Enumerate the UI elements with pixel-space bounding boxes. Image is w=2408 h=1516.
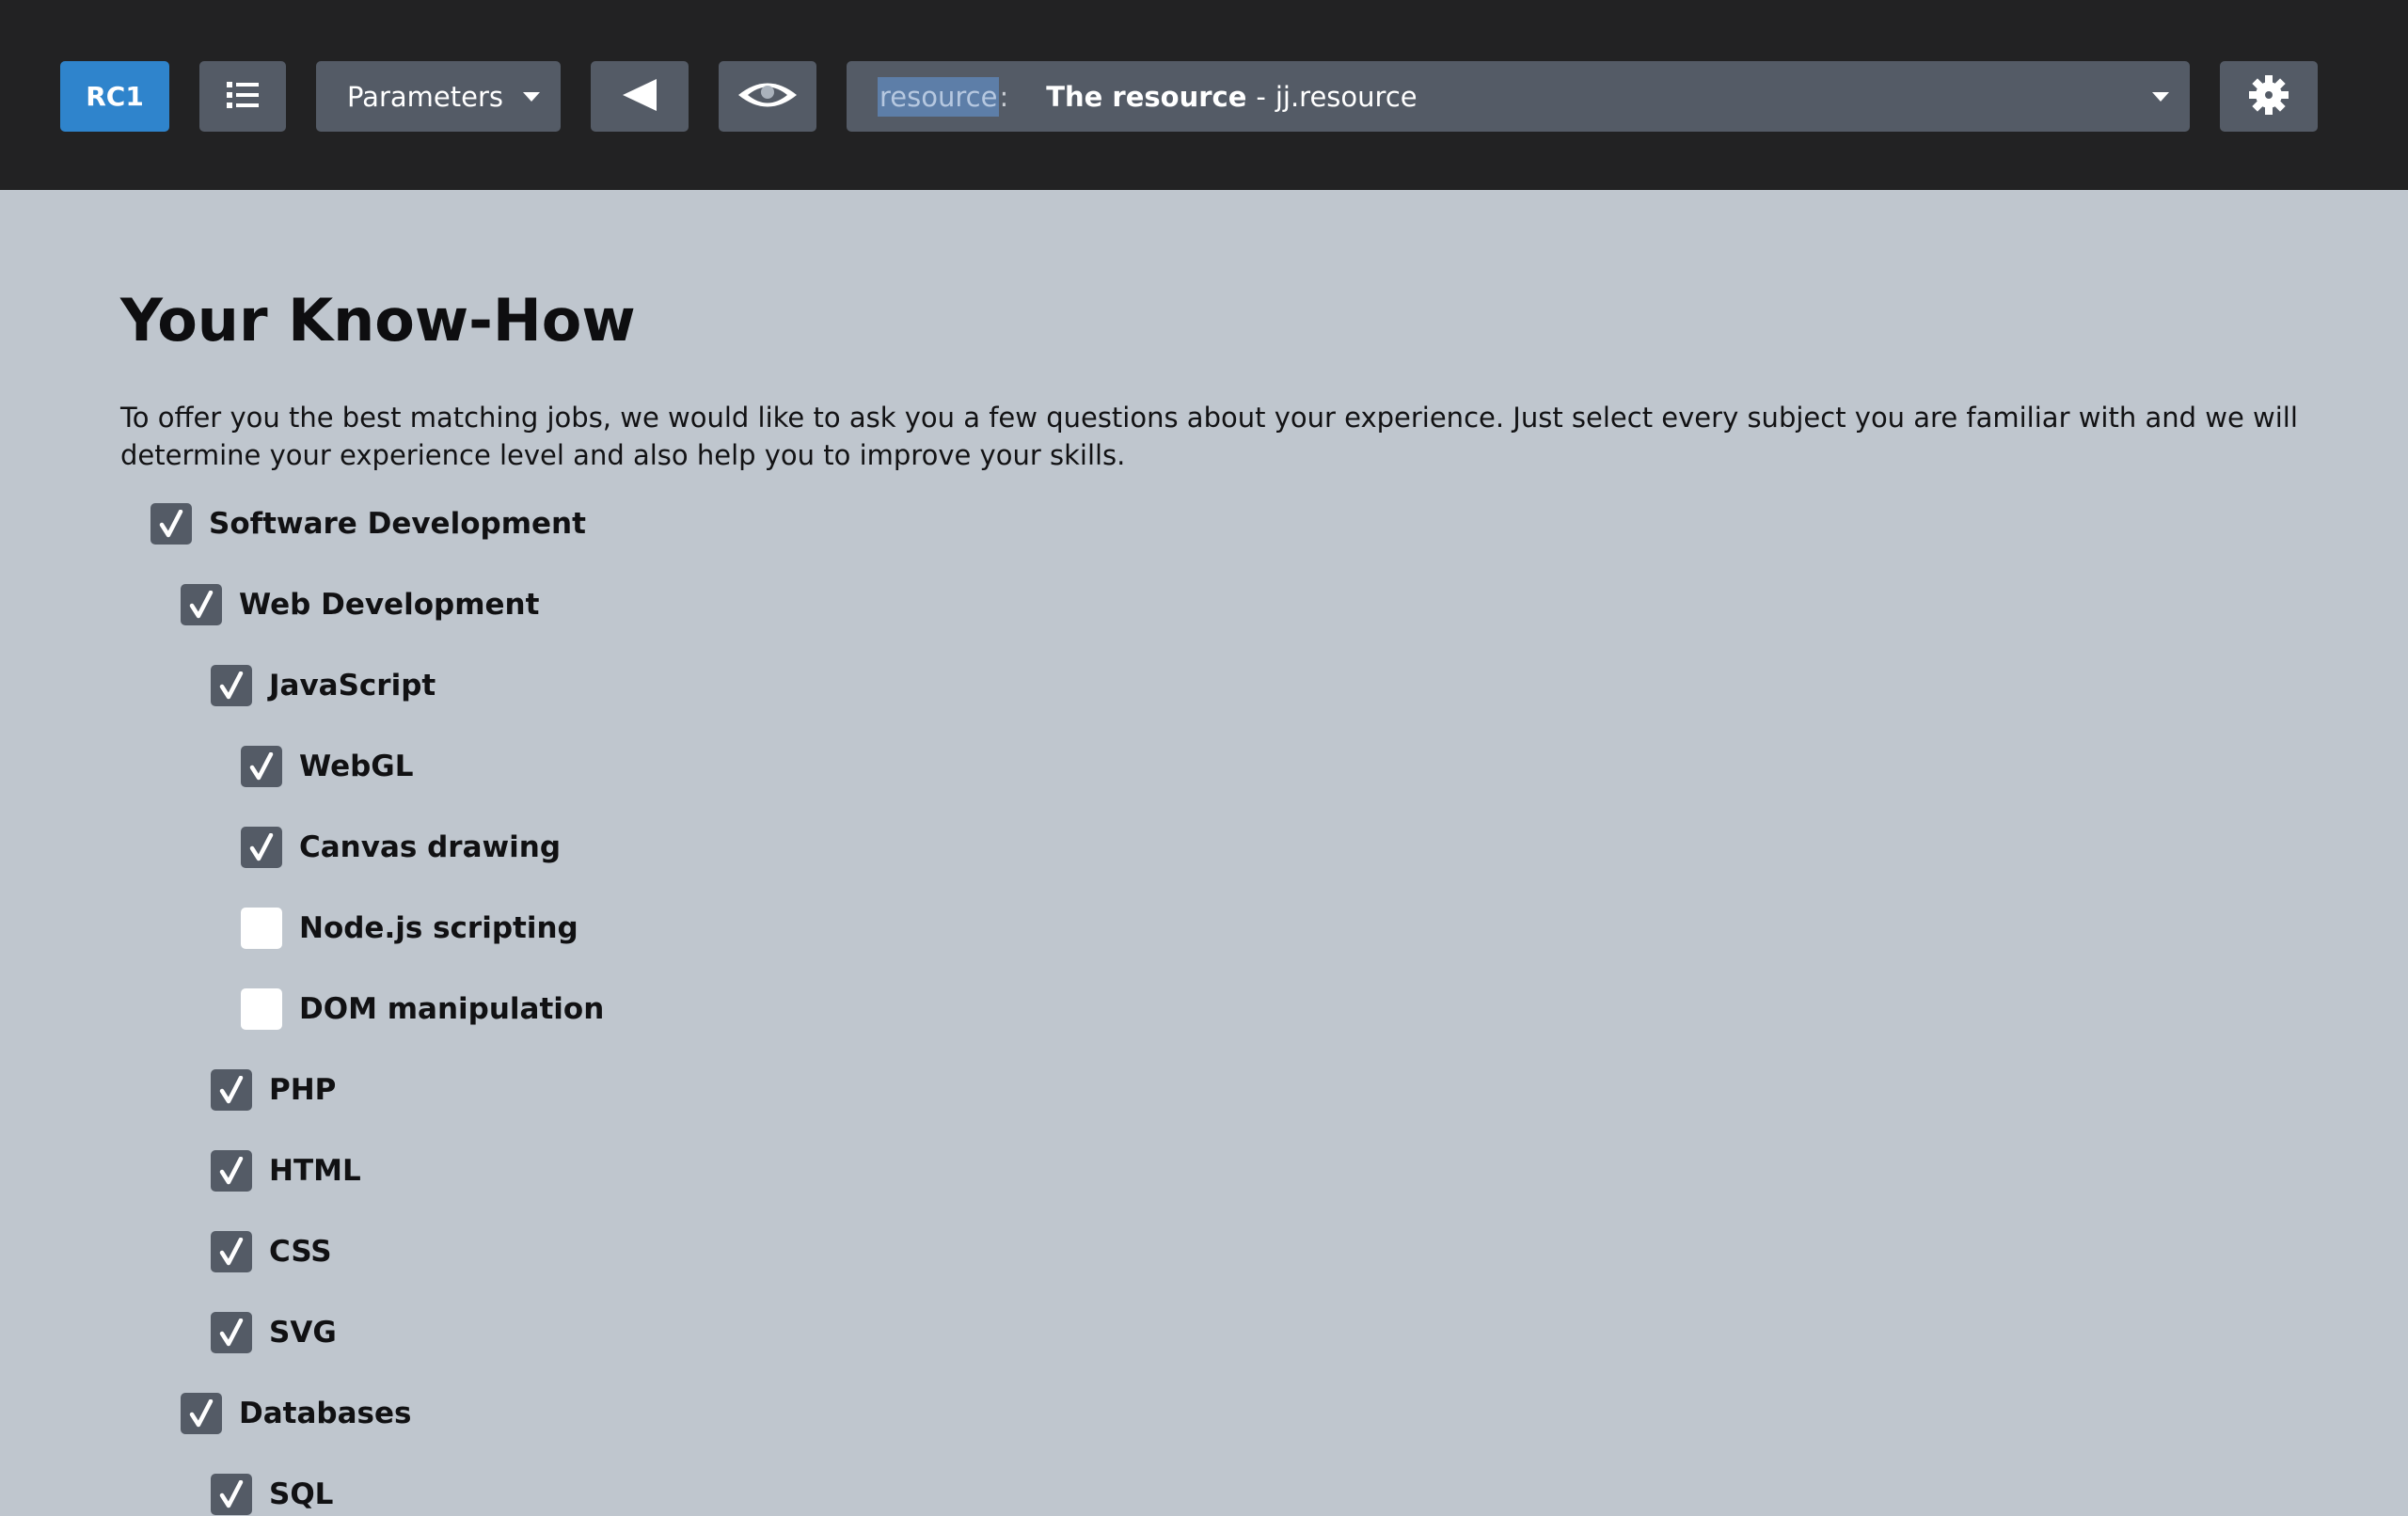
checkbox-checked[interactable] bbox=[181, 584, 222, 625]
checkbox-checked[interactable] bbox=[211, 1231, 252, 1272]
skill-item[interactable]: JavaScript bbox=[211, 664, 436, 707]
resource-title: The resource bbox=[1046, 80, 1247, 113]
skill-item[interactable]: Databases bbox=[181, 1392, 411, 1435]
page-title: Your Know-How bbox=[120, 286, 636, 355]
list-icon bbox=[227, 79, 259, 115]
skill-item[interactable]: SVG bbox=[211, 1311, 337, 1354]
checkbox-checked[interactable] bbox=[211, 1312, 252, 1353]
checkbox-checked[interactable] bbox=[181, 1393, 222, 1434]
parameters-dropdown[interactable]: Parameters bbox=[316, 61, 561, 132]
resource-colon: : bbox=[999, 80, 1009, 113]
skill-item[interactable]: CSS bbox=[211, 1230, 332, 1273]
skill-item[interactable]: HTML bbox=[211, 1149, 361, 1192]
skill-item[interactable]: Web Development bbox=[181, 583, 539, 626]
top-toolbar: RC1 Parameters resource: The resource -… bbox=[0, 0, 2408, 190]
checkbox-checked[interactable] bbox=[241, 827, 282, 868]
skill-label: HTML bbox=[269, 1154, 361, 1188]
preview-button[interactable] bbox=[719, 61, 816, 132]
skill-item[interactable]: WebGL bbox=[241, 745, 414, 788]
skill-item[interactable]: DOM manipulation bbox=[241, 987, 604, 1031]
skill-label: WebGL bbox=[299, 750, 414, 783]
resource-separator: - bbox=[1256, 80, 1266, 113]
checkbox-unchecked[interactable] bbox=[241, 908, 282, 949]
skill-item[interactable]: Software Development bbox=[150, 502, 586, 545]
skill-label: Databases bbox=[239, 1397, 412, 1430]
rc-button[interactable]: RC1 bbox=[60, 61, 169, 132]
intro-text: To offer you the best matching jobs, we … bbox=[120, 402, 2298, 471]
skill-label: SVG bbox=[269, 1316, 337, 1350]
eye-icon bbox=[737, 75, 799, 118]
skill-label: Node.js scripting bbox=[299, 911, 578, 945]
skill-item[interactable]: Canvas drawing bbox=[241, 826, 561, 869]
checkbox-checked[interactable] bbox=[211, 665, 252, 706]
skill-item[interactable]: SQL bbox=[211, 1473, 333, 1516]
resource-path: jj.resource bbox=[1275, 80, 1418, 113]
skill-label: JavaScript bbox=[269, 669, 436, 703]
list-button[interactable] bbox=[199, 61, 286, 132]
settings-button[interactable] bbox=[2220, 61, 2318, 132]
chevron-down-icon bbox=[523, 92, 540, 102]
checkbox-checked[interactable] bbox=[150, 503, 192, 545]
resource-selector[interactable]: resource : The resource - jj.resource bbox=[847, 61, 2190, 132]
resource-key: resource bbox=[878, 76, 1000, 117]
checkbox-checked[interactable] bbox=[241, 746, 282, 787]
parameters-label: Parameters bbox=[347, 80, 503, 113]
skill-label: Canvas drawing bbox=[299, 830, 562, 864]
chevron-down-icon bbox=[2152, 92, 2169, 102]
skill-label: CSS bbox=[269, 1235, 332, 1269]
checkbox-checked[interactable] bbox=[211, 1474, 252, 1515]
skill-item[interactable]: Node.js scripting bbox=[241, 907, 578, 950]
back-button[interactable] bbox=[591, 61, 689, 132]
skill-label: DOM manipulation bbox=[299, 992, 605, 1026]
skill-label: Software Development bbox=[209, 507, 586, 541]
skill-item[interactable]: PHP bbox=[211, 1068, 336, 1112]
checkbox-unchecked[interactable] bbox=[241, 988, 282, 1030]
skill-label: SQL bbox=[269, 1477, 334, 1511]
back-triangle-icon bbox=[621, 76, 658, 118]
checkbox-checked[interactable] bbox=[211, 1150, 252, 1192]
skill-label: PHP bbox=[269, 1073, 337, 1107]
gear-icon bbox=[2247, 73, 2290, 120]
skill-label: Web Development bbox=[239, 588, 540, 622]
checkbox-checked[interactable] bbox=[211, 1069, 252, 1111]
rc-label: RC1 bbox=[86, 81, 144, 112]
